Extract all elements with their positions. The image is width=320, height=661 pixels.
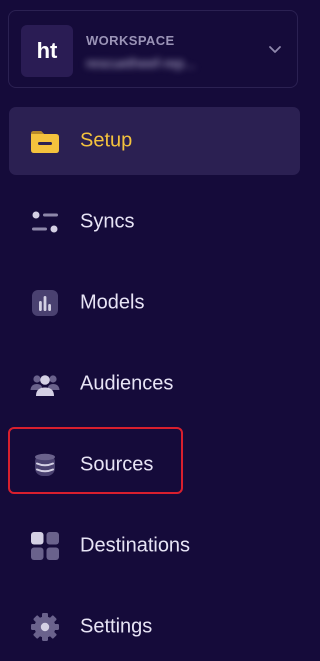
users-group-icon xyxy=(30,375,60,396)
sync-sliders-icon xyxy=(32,211,58,233)
gear-icon xyxy=(31,613,59,641)
sidebar-item-label: Destinations xyxy=(80,534,191,557)
sidebar-item-label: Settings xyxy=(80,615,153,638)
folder-icon xyxy=(31,131,59,153)
sidebar-item-syncs[interactable]: Syncs xyxy=(9,188,300,256)
sidebar-item-settings[interactable]: Settings xyxy=(9,593,300,661)
sidebar-item-label: Audiences xyxy=(80,372,174,395)
database-icon xyxy=(35,453,55,476)
bar-chart-icon xyxy=(32,290,58,316)
workspace-avatar: ht xyxy=(21,25,73,77)
sidebar-item-audiences[interactable]: Audiences xyxy=(9,350,300,418)
sidebar-item-label: Setup xyxy=(80,129,133,152)
workspace-name: rescuetheef-rep... xyxy=(86,55,196,71)
sidebar-item-sources[interactable]: Sources xyxy=(9,431,300,499)
sidebar-item-destinations[interactable]: Destinations xyxy=(9,512,300,580)
sidebar-item-setup[interactable]: Setup xyxy=(9,107,300,175)
workspace-label: WORKSPACE xyxy=(86,33,175,48)
sidebar-item-label: Sources xyxy=(80,453,154,476)
sidebar-item-models[interactable]: Models xyxy=(9,269,300,337)
sidebar-item-label: Models xyxy=(80,291,145,314)
grid-squares-icon xyxy=(31,532,59,560)
sidebar-item-label: Syncs xyxy=(80,210,135,233)
chevron-down-icon[interactable] xyxy=(267,41,283,57)
workspace-switcher[interactable]: ht WORKSPACE rescuetheef-rep... xyxy=(8,10,298,88)
